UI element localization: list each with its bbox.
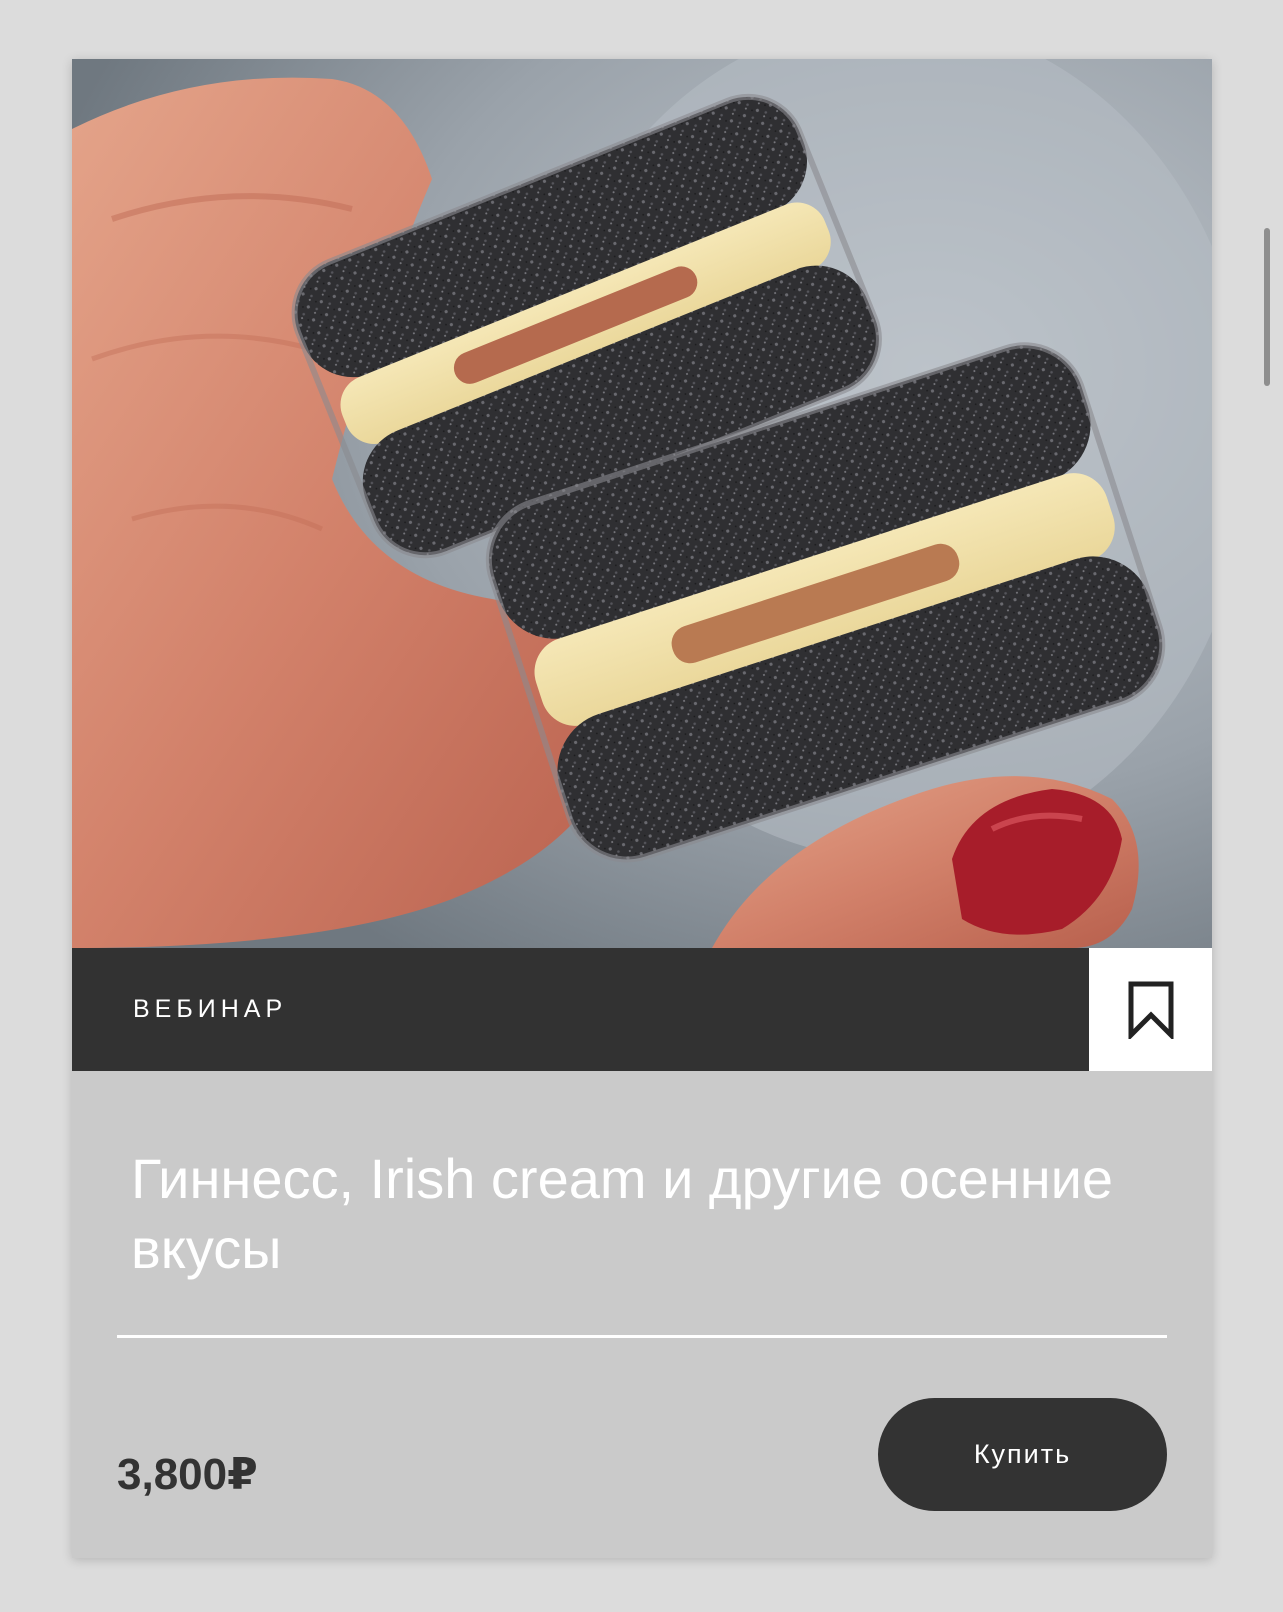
type-label: ВЕБИНАР [133, 995, 288, 1023]
scrollbar[interactable] [1264, 228, 1270, 386]
bookmark-button[interactable] [1089, 948, 1212, 1071]
price: 3,800₽ [117, 1450, 258, 1499]
page: ВЕБИНАР Гиннесс, Irish cream и другие ос… [0, 0, 1283, 1612]
buy-button[interactable]: Купить [878, 1398, 1167, 1511]
divider [117, 1335, 1167, 1338]
product-title[interactable]: Гиннесс, Irish cream и другие осенние вк… [131, 1144, 1161, 1284]
info-bar: ВЕБИНАР [72, 948, 1212, 1071]
product-photo [72, 59, 1212, 948]
product-card: ВЕБИНАР Гиннесс, Irish cream и другие ос… [72, 59, 1212, 1558]
bookmark-icon [1128, 981, 1173, 1039]
